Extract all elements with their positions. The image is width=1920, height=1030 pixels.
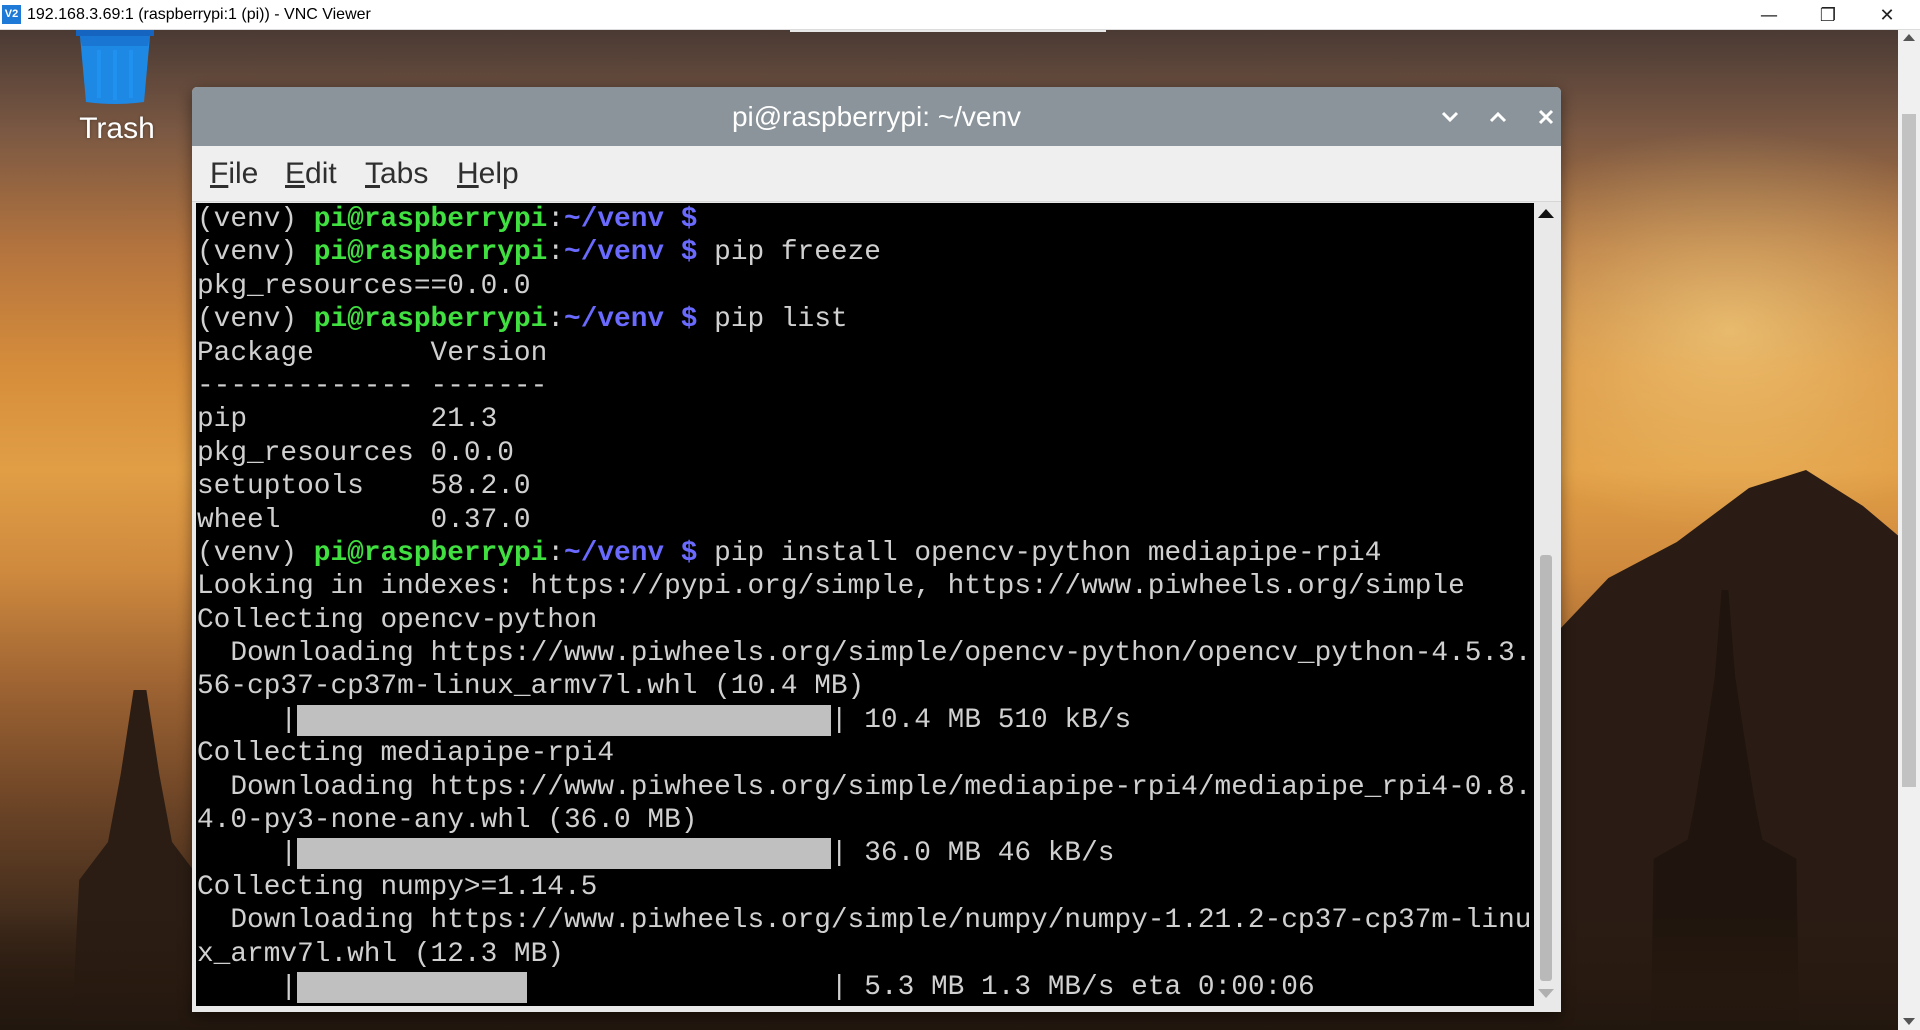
menu-help[interactable]: Help	[457, 157, 519, 191]
progress-line: | | 5.3 MB 1.3 MB/s eta 0:00:06	[197, 971, 1531, 1004]
command-text: pip freeze	[697, 237, 881, 269]
progress-left: |	[197, 704, 298, 736]
terminal-line: 56-cp37-cp37m-linux_armv7l.whl (10.4 MB)	[197, 671, 865, 703]
terminal-line: Downloading https://www.piwheels.org/sim…	[197, 905, 1532, 937]
menu-tabs-mnemonic: T	[365, 157, 380, 190]
terminal-maximize-button[interactable]	[1482, 101, 1514, 133]
menu-file[interactable]: File	[210, 157, 258, 191]
menu-tabs[interactable]: Tabs	[365, 157, 428, 191]
vnc-titlebar: V2 192.168.3.69:1 (raspberrypi:1 (pi)) -…	[0, 0, 1920, 30]
menu-edit-label: dit	[305, 157, 337, 190]
menu-edit-mnemonic: E	[285, 157, 306, 190]
vnc-logo-icon: V2	[2, 5, 21, 24]
prompt-path: ~/venv $	[564, 537, 698, 569]
terminal-line: 4.0-py3-none-any.whl (36.0 MB)	[197, 805, 698, 837]
vnc-minimize-button[interactable]: —	[1740, 0, 1798, 30]
terminal-line: Collecting opencv-python	[197, 604, 598, 636]
terminal-line: Collecting mediapipe-rpi4	[197, 738, 615, 770]
chevron-up-icon	[1489, 111, 1507, 123]
prompt-user-host: pi@raspberrypi	[313, 237, 548, 269]
terminal-line: (venv) pi@raspberrypi:~/venv $	[197, 203, 1531, 236]
progress-bar-fill	[297, 704, 831, 736]
prompt-colon: :	[547, 204, 565, 235]
menu-edit[interactable]: Edit	[285, 157, 337, 191]
prompt-colon: :	[547, 537, 565, 569]
trash-label: Trash	[79, 112, 155, 145]
prompt-colon: :	[547, 304, 565, 336]
command-text: pip list	[697, 304, 848, 336]
prompt-user-host: pi@raspberrypi	[313, 204, 548, 235]
prompt-venv: (venv)	[197, 304, 314, 336]
terminal-title: pi@raspberrypi: ~/venv	[731, 101, 1022, 132]
prompt-path: ~/venv $	[564, 237, 698, 269]
progress-line: | | 36.0 MB 46 kB/s	[197, 837, 1531, 870]
menu-file-mnemonic: F	[210, 157, 229, 190]
prompt-path: ~/venv $	[564, 204, 698, 235]
terminal-line: Looking in indexes: https://pypi.org/sim…	[197, 571, 1465, 603]
vnc-close-button[interactable]: ✕	[1858, 0, 1916, 30]
terminal-line: (venv) pi@raspberrypi:~/venv $ pip insta…	[197, 537, 1531, 570]
terminal-line: pip 21.3	[197, 404, 498, 436]
prompt-user-host: pi@raspberrypi	[313, 304, 548, 336]
prompt-path: ~/venv $	[564, 304, 698, 336]
vnc-scrollbar-thumb[interactable]	[1902, 114, 1916, 787]
prompt-venv: (venv)	[197, 537, 314, 569]
terminal-line: wheel 0.37.0	[197, 504, 531, 536]
terminal-close-button[interactable]	[1530, 101, 1561, 133]
desktop-top-strip	[790, 30, 1106, 32]
scroll-down-arrow-icon[interactable]	[1538, 989, 1554, 998]
vnc-scroll-up-icon[interactable]	[1903, 34, 1915, 41]
menu-help-mnemonic: H	[457, 157, 479, 190]
terminal-line: x_armv7l.whl (12.3 MB)	[197, 938, 564, 970]
scroll-up-arrow-icon[interactable]	[1538, 209, 1554, 218]
terminal-line: pkg_resources 0.0.0	[197, 437, 514, 469]
prompt-venv: (venv)	[197, 237, 314, 269]
terminal-line: Collecting numpy>=1.14.5	[197, 871, 598, 903]
terminal-minimize-button[interactable]	[1434, 101, 1466, 133]
progress-left: |	[197, 838, 298, 870]
terminal-line: ------------- -------	[197, 370, 548, 402]
menu-help-label: elp	[478, 157, 519, 190]
progress-left: |	[197, 971, 298, 1003]
terminal-titlebar[interactable]: pi@raspberrypi: ~/venv	[192, 87, 1561, 146]
terminal-window: pi@raspberrypi: ~/venv File Edit Tabs He…	[192, 87, 1561, 1012]
terminal-line: Downloading https://www.piwheels.org/sim…	[197, 638, 1532, 670]
menu-tabs-label: abs	[380, 157, 429, 190]
trash-icon[interactable]	[75, 30, 155, 104]
terminal-line: (venv) pi@raspberrypi:~/venv $ pip freez…	[197, 236, 1531, 269]
terminal-line: (venv) pi@raspberrypi:~/venv $ pip list	[197, 303, 1531, 336]
vnc-restore-button[interactable]: ❐	[1799, 0, 1857, 30]
menu-file-label: ile	[228, 157, 259, 190]
close-icon	[1538, 109, 1554, 125]
scrollbar-thumb[interactable]	[1540, 555, 1552, 981]
terminal-scrollbar[interactable]	[1534, 203, 1557, 1006]
prompt-user-host: pi@raspberrypi	[313, 537, 548, 569]
vnc-window-title: 192.168.3.69:1 (raspberrypi:1 (pi)) - VN…	[27, 6, 371, 23]
prompt-colon: :	[547, 237, 565, 269]
command-text: pip install opencv-python mediapipe-rpi4	[697, 537, 1382, 569]
prompt-venv: (venv)	[197, 204, 314, 235]
remote-desktop: Trash pi@raspberrypi: ~/venv File Edit T…	[0, 30, 1898, 1030]
terminal-menubar: File Edit Tabs Help	[192, 146, 1561, 202]
progress-bar-fill	[297, 838, 831, 870]
vnc-scrollbar[interactable]	[1898, 30, 1920, 1030]
chevron-down-icon	[1441, 111, 1459, 123]
terminal-line: setuptools 58.2.0	[197, 471, 531, 503]
progress-line: | | 10.4 MB 510 kB/s	[197, 704, 1531, 737]
progress-bar-fill	[297, 971, 527, 1003]
terminal-line: Package Version	[197, 337, 548, 369]
terminal-line: pkg_resources==0.0.0	[197, 270, 531, 302]
vnc-scroll-down-icon[interactable]	[1903, 1018, 1915, 1025]
terminal-line: Downloading https://www.piwheels.org/sim…	[197, 771, 1532, 803]
terminal-output[interactable]: (venv) pi@raspberrypi:~/venv $ (venv) pi…	[196, 203, 1534, 1006]
